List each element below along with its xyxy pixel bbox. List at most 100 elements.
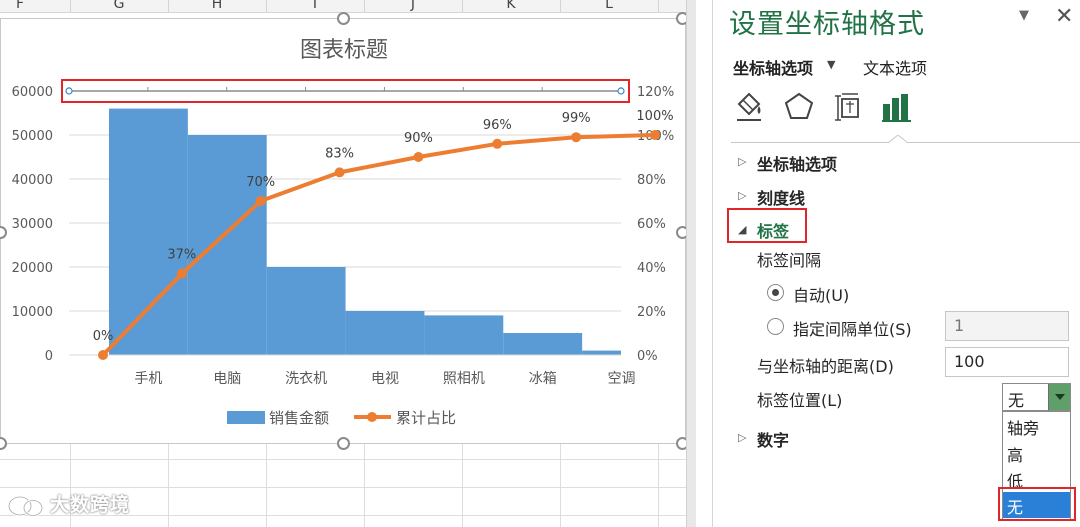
legend-swatch-marker [367, 412, 377, 422]
bar-2[interactable] [266, 267, 346, 355]
legend-swatch-bars[interactable] [227, 411, 265, 424]
watermark: 大数跨境 [6, 490, 130, 518]
chart-resize-handle-top[interactable] [337, 12, 350, 25]
radio-auto[interactable] [767, 284, 784, 301]
chevron-right-icon[interactable]: ▷ [738, 431, 746, 444]
cell-gridline [0, 487, 686, 488]
column-header-h[interactable]: H [202, 0, 232, 12]
y-left-tick-label: 10000 [12, 305, 53, 320]
size-properties-icon[interactable] [833, 90, 865, 124]
category-label: 手机 [134, 371, 162, 387]
axis-selection-handle[interactable] [617, 87, 625, 95]
column-header-j[interactable]: J [398, 0, 428, 12]
column-header-l[interactable]: L [594, 0, 624, 12]
cell-gridline [560, 444, 561, 527]
y-left-tick-label: 40000 [12, 173, 53, 188]
line-point-4[interactable] [413, 152, 424, 162]
close-icon[interactable]: ✕ [1055, 4, 1073, 29]
line-point-5[interactable] [492, 138, 503, 149]
line-point-0[interactable] [98, 350, 108, 360]
tab-text-options[interactable]: 文本选项 [863, 55, 927, 79]
effects-pentagon-icon[interactable] [783, 90, 815, 124]
distance-from-axis-input[interactable]: 100 [945, 347, 1069, 377]
line-point-3[interactable] [334, 167, 345, 178]
interval-unit-input[interactable]: 1 [945, 311, 1069, 341]
chevron-right-icon[interactable]: ▷ [738, 189, 746, 202]
y-right-tick-label: 120% [637, 85, 674, 100]
y-right-tick-label: 40% [637, 261, 666, 276]
column-header-k[interactable]: K [496, 0, 526, 12]
tab-axis-options-chevron-down-icon[interactable]: ▼ [827, 58, 835, 71]
distance-from-axis-label: 与坐标轴的距离(D) [757, 357, 894, 376]
chevron-right-icon[interactable]: ▷ [738, 155, 746, 168]
data-label: 100% [636, 109, 673, 124]
line-point-7[interactable] [650, 130, 660, 140]
dropdown-option-high[interactable]: 高 [1003, 440, 1070, 466]
label-interval-label: 标签间隔 [757, 251, 822, 270]
pane-splitter[interactable] [686, 0, 696, 527]
line-point-1[interactable] [176, 268, 187, 279]
label-position-select[interactable]: 无 [1002, 383, 1071, 411]
category-label: 照相机 [443, 371, 485, 387]
spreadsheet-grid[interactable]: F G H I J K L 图表标题 0 10000 20000 30000 400 [0, 0, 686, 527]
y-left-tick-label: 20000 [12, 261, 53, 276]
bar-5[interactable] [503, 333, 583, 355]
axis-selection-handle[interactable] [65, 87, 73, 95]
radio-auto-label[interactable]: 自动(U) [793, 282, 849, 306]
fill-line-icon[interactable] [733, 90, 765, 124]
line-point-6[interactable] [571, 132, 582, 143]
bar-1[interactable] [187, 135, 267, 355]
tab-axis-options[interactable]: 坐标轴选项 [733, 55, 813, 79]
category-label: 电视 [371, 371, 399, 387]
section-number[interactable]: 数字 [757, 427, 789, 451]
cell-gridline [364, 444, 365, 527]
chart-resize-handle-right[interactable] [676, 226, 686, 239]
category-label: 冰箱 [529, 371, 557, 387]
column-divider [266, 0, 267, 13]
data-label: 83% [325, 146, 354, 161]
y-right-tick-label: 80% [637, 173, 666, 188]
highlight-box-none-option [998, 487, 1076, 521]
column-header-g[interactable]: G [104, 0, 134, 12]
line-point-2[interactable] [255, 196, 266, 206]
y-left-tick-label: 60000 [12, 85, 53, 100]
bar-4[interactable] [424, 315, 504, 355]
column-header-f[interactable]: F [5, 0, 35, 12]
axis-options-bar-icon[interactable] [881, 90, 913, 124]
pane-options-chevron-down-icon[interactable]: ▼ [1019, 8, 1029, 23]
chevron-down-icon[interactable] [1048, 384, 1070, 410]
cell-gridline [0, 459, 686, 460]
dropdown-option-next-to-axis[interactable]: 轴旁 [1003, 413, 1070, 439]
pareto-chart[interactable]: 图表标题 0 10000 20000 30000 40000 50000 60000 0% 20%… [0, 18, 686, 444]
column-divider [168, 0, 169, 13]
data-label: 0% [93, 329, 114, 344]
bar-0[interactable] [109, 108, 188, 355]
chart-title: 图表标题 [300, 38, 388, 63]
excel-window: F G H I J K L 图表标题 0 10000 20000 30000 400 [0, 0, 1080, 527]
radio-specify-interval-label[interactable]: 指定间隔单位(S) [793, 316, 912, 340]
radio-specify-interval[interactable] [767, 318, 784, 335]
watermark-text: 大数跨境 [50, 494, 131, 516]
section-axis-options[interactable]: 坐标轴选项 [757, 151, 837, 175]
label-position-value: 无 [1008, 391, 1025, 410]
bar-6[interactable] [582, 350, 621, 355]
active-icon-pointer [888, 135, 908, 144]
cell-gridline [266, 444, 267, 527]
category-label: 空调 [608, 371, 636, 387]
y-right-tick-label: 20% [637, 305, 666, 320]
pane-title: 设置坐标轴格式 [729, 9, 925, 40]
column-header-i[interactable]: I [300, 0, 330, 12]
chart-resize-handle-bottom-right[interactable] [676, 437, 686, 450]
chart-resize-handle-top-right[interactable] [676, 12, 686, 25]
bar-3[interactable] [345, 311, 425, 355]
section-tick-marks[interactable]: 刻度线 [757, 185, 805, 209]
column-divider [462, 0, 463, 13]
column-divider [560, 0, 561, 13]
chart-canvas[interactable]: 图表标题 0 10000 20000 30000 40000 50000 60000 0% 20%… [1, 19, 686, 445]
column-divider [658, 0, 659, 13]
category-label: 电脑 [213, 371, 241, 387]
label-position-label: 标签位置(L) [757, 391, 843, 410]
format-axis-pane: 设置坐标轴格式 ▼ ✕ 坐标轴选项 ▼ 文本选项 ▷ 坐标轴选项 ▷ 刻度线 ◢… [713, 0, 1080, 527]
column-divider [364, 0, 365, 13]
chart-resize-handle-bottom[interactable] [337, 437, 350, 450]
